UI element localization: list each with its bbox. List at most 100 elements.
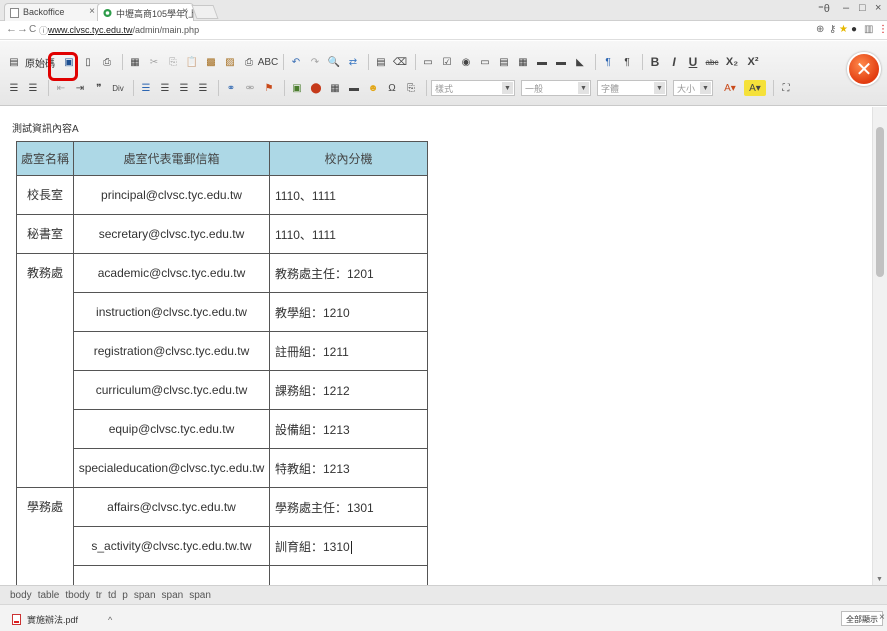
ext-cell[interactable]: 學務處主任：1301 bbox=[269, 487, 428, 527]
link-icon[interactable]: ⚭ bbox=[223, 80, 239, 96]
email-cell[interactable]: principal@clvsc.tyc.edu.tw bbox=[73, 175, 270, 215]
minimize-button[interactable]: – bbox=[843, 2, 849, 14]
path-item[interactable]: td bbox=[108, 590, 116, 604]
div-container-icon[interactable]: Div bbox=[110, 80, 126, 96]
align-center-icon[interactable]: ☰ bbox=[157, 80, 173, 96]
form-icon[interactable]: ▭ bbox=[420, 54, 436, 70]
font-combo[interactable]: 字體 ▼ bbox=[597, 80, 667, 96]
textfield-icon[interactable]: ▭ bbox=[477, 54, 493, 70]
dept-cell[interactable]: 教務處 bbox=[16, 253, 74, 488]
dept-cell[interactable]: 校長室 bbox=[16, 175, 74, 215]
style-combo[interactable]: 樣式 ▼ bbox=[431, 80, 515, 96]
path-item[interactable]: table bbox=[38, 590, 60, 604]
path-item[interactable]: body bbox=[10, 590, 32, 604]
background-color-icon[interactable]: A▾ bbox=[744, 80, 766, 96]
bold-button[interactable]: B bbox=[647, 54, 663, 70]
zoom-icon[interactable]: ⊕ bbox=[816, 24, 824, 35]
ext-cell[interactable] bbox=[269, 565, 428, 585]
close-download-bar-icon[interactable]: × bbox=[879, 612, 885, 623]
maximize-button[interactable]: □ bbox=[859, 2, 866, 14]
user-icon[interactable]: ⁼θ bbox=[818, 2, 830, 15]
dept-cell[interactable]: 學務處 bbox=[16, 487, 74, 585]
preview-icon[interactable]: ⎙ bbox=[99, 54, 115, 70]
templates-icon[interactable]: ▦ bbox=[127, 54, 143, 70]
ltr-icon[interactable]: ¶ bbox=[600, 54, 616, 70]
reload-button[interactable]: C bbox=[29, 24, 36, 35]
hidden-field-icon[interactable]: ◣ bbox=[572, 54, 588, 70]
rtl-icon[interactable]: ¶ bbox=[619, 54, 635, 70]
image-icon[interactable]: ▣ bbox=[289, 80, 305, 96]
ext-cell[interactable]: 特教組：1213 bbox=[269, 448, 428, 488]
print-icon[interactable]: ⎙ bbox=[241, 54, 257, 70]
format-combo[interactable]: 一般 ▼ bbox=[521, 80, 591, 96]
back-button[interactable]: ← bbox=[6, 23, 17, 35]
outdent-icon[interactable]: ⇤ bbox=[53, 80, 69, 96]
paste-text-icon[interactable]: ▩ bbox=[203, 54, 219, 70]
email-cell[interactable]: affairs@clvsc.tyc.edu.tw bbox=[73, 487, 270, 527]
subscript-button[interactable]: X₂ bbox=[723, 54, 741, 70]
extension-icon-2[interactable]: ▥ bbox=[864, 24, 873, 35]
email-cell[interactable]: instruction@clvsc.tyc.edu.tw bbox=[73, 292, 270, 332]
spellcheck-icon[interactable]: ABC bbox=[258, 54, 279, 70]
url-field[interactable]: www.clvsc.tyc.edu.tw/admin/main.php bbox=[48, 25, 199, 35]
email-cell[interactable]: registration@clvsc.tyc.edu.tw bbox=[73, 331, 270, 371]
button-field-icon[interactable]: ▬ bbox=[534, 54, 550, 70]
strikethrough-button[interactable]: abc bbox=[704, 54, 720, 70]
align-left-icon[interactable]: ☰ bbox=[138, 80, 154, 96]
download-item[interactable]: 實施辦法.pdf ^ bbox=[12, 613, 112, 626]
email-cell[interactable]: equip@clvsc.tyc.edu.tw bbox=[73, 409, 270, 449]
forward-button[interactable]: → bbox=[17, 23, 28, 35]
tab-school[interactable]: 中壢高商105學年(上學) × bbox=[97, 3, 194, 21]
scrollbar-thumb[interactable] bbox=[876, 127, 884, 277]
indent-icon[interactable]: ⇥ bbox=[72, 80, 88, 96]
ext-cell[interactable]: 註冊組：1211 bbox=[269, 331, 428, 371]
smiley-icon[interactable]: ☻ bbox=[365, 80, 381, 96]
underline-button[interactable]: U bbox=[685, 54, 701, 70]
path-item[interactable]: span bbox=[162, 590, 184, 604]
close-window-button[interactable]: × bbox=[875, 2, 881, 14]
superscript-button[interactable]: X² bbox=[744, 54, 762, 70]
site-info-icon[interactable]: ⓘ bbox=[39, 24, 48, 37]
tab-backoffice[interactable]: Backoffice × bbox=[4, 3, 101, 21]
key-icon[interactable]: ⚷ bbox=[829, 24, 836, 35]
table-icon[interactable]: ▦ bbox=[327, 80, 343, 96]
cut-icon[interactable]: ✂ bbox=[146, 54, 162, 70]
vertical-scrollbar[interactable]: ▼ bbox=[872, 107, 887, 585]
email-cell[interactable]: curriculum@clvsc.tyc.edu.tw bbox=[73, 370, 270, 410]
tab-close-icon[interactable]: × bbox=[89, 6, 95, 17]
select-field-icon[interactable]: ▦ bbox=[515, 54, 531, 70]
scroll-down-icon[interactable]: ▼ bbox=[876, 576, 883, 583]
ext-cell[interactable]: 1110、1111 bbox=[269, 214, 428, 254]
ext-cell[interactable]: 教務處主任：1201 bbox=[269, 253, 428, 293]
path-item[interactable]: tbody bbox=[65, 590, 89, 604]
path-item[interactable]: span bbox=[134, 590, 156, 604]
align-right-icon[interactable]: ☰ bbox=[176, 80, 192, 96]
flash-icon[interactable]: ⬤ bbox=[308, 80, 324, 96]
redo-icon[interactable]: ↷ bbox=[307, 54, 323, 70]
ext-cell[interactable]: 1110、1111 bbox=[269, 175, 428, 215]
replace-icon[interactable]: ⇄ bbox=[345, 54, 361, 70]
dept-cell[interactable]: 秘書室 bbox=[16, 214, 74, 254]
ext-cell[interactable]: 教學組：1210 bbox=[269, 292, 428, 332]
select-all-icon[interactable]: ▤ bbox=[373, 54, 389, 70]
menu-icon[interactable]: ⋮ bbox=[878, 24, 887, 35]
ext-cell[interactable]: 課務組：1212 bbox=[269, 370, 428, 410]
remove-format-icon[interactable]: ⌫ bbox=[392, 54, 408, 70]
bookmark-star-icon[interactable]: ★ bbox=[839, 24, 848, 35]
path-item[interactable]: p bbox=[122, 590, 128, 604]
paste-word-icon[interactable]: ▨ bbox=[222, 54, 238, 70]
tab-close-icon[interactable]: × bbox=[182, 6, 188, 17]
path-item[interactable]: tr bbox=[96, 590, 102, 604]
italic-button[interactable]: I bbox=[666, 54, 682, 70]
textarea-icon[interactable]: ▤ bbox=[496, 54, 512, 70]
email-cell[interactable] bbox=[73, 565, 270, 585]
maximize-editor-icon[interactable]: ⛶ bbox=[778, 80, 794, 96]
justify-icon[interactable]: ☰ bbox=[195, 80, 211, 96]
undo-icon[interactable]: ↶ bbox=[288, 54, 304, 70]
paste-icon[interactable]: 📋 bbox=[184, 54, 200, 70]
unlink-icon[interactable]: ⚮ bbox=[242, 80, 258, 96]
special-char-icon[interactable]: Ω bbox=[384, 80, 400, 96]
email-cell[interactable]: specialeducation@clvsc.tyc.edu.tw bbox=[73, 448, 270, 488]
new-tab-button[interactable] bbox=[191, 5, 219, 19]
ext-cell[interactable]: 設備組：1213 bbox=[269, 409, 428, 449]
